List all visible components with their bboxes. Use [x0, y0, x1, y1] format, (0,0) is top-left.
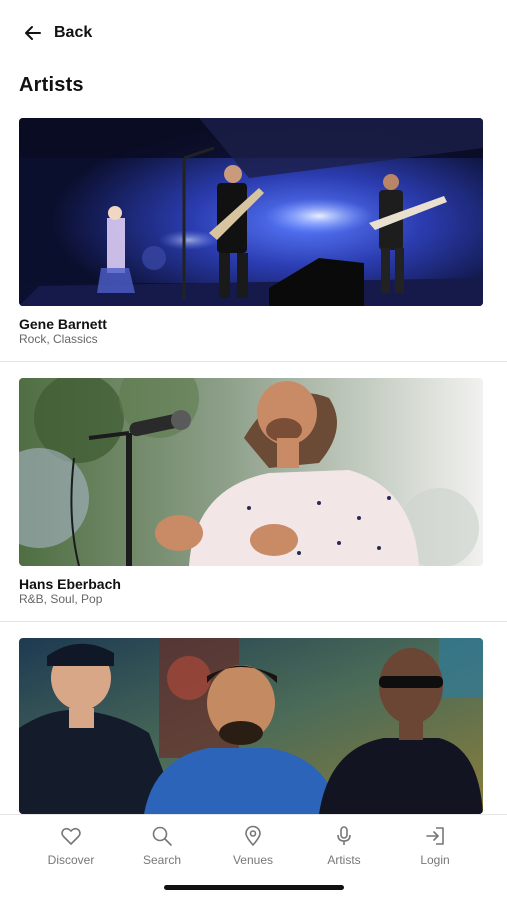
- divider: [0, 621, 507, 622]
- arrow-left-icon: [25, 26, 41, 40]
- artist-name: Gene Barnett: [19, 316, 107, 332]
- tab-venues[interactable]: Venues: [208, 825, 298, 867]
- tab-label: Venues: [232, 853, 274, 867]
- tab-artists[interactable]: Artists: [299, 825, 389, 867]
- artist-card[interactable]: [0, 638, 507, 814]
- tab-discover[interactable]: Discover: [26, 825, 116, 867]
- back-label: Back: [54, 24, 93, 41]
- artist-genres: Rock, Classics: [19, 332, 98, 346]
- location-pin-icon: [245, 825, 261, 846]
- artist-photo[interactable]: [19, 118, 483, 306]
- artist-card[interactable]: Hans Eberbach R&B, Soul, Pop: [0, 378, 507, 623]
- login-icon: [426, 827, 444, 845]
- tab-login[interactable]: Login: [390, 825, 480, 867]
- header: Back: [0, 0, 507, 70]
- search-icon: [152, 826, 172, 846]
- artist-name: Hans Eberbach: [19, 576, 121, 592]
- singer-portrait-image: [19, 378, 483, 566]
- tab-label: Login: [420, 853, 450, 867]
- tab-search[interactable]: Search: [117, 825, 207, 867]
- artist-photo[interactable]: [19, 638, 483, 814]
- tab-label: Discover: [47, 853, 95, 867]
- tab-label: Search: [142, 853, 182, 867]
- artist-card[interactable]: Gene Barnett Rock, Classics: [0, 118, 507, 363]
- back-button[interactable]: Back: [24, 24, 92, 42]
- divider: [0, 361, 507, 362]
- tab-label: Artists: [327, 853, 361, 867]
- band-photo-image: [19, 638, 483, 814]
- page-title: Artists: [19, 74, 84, 96]
- home-indicator: [164, 885, 344, 890]
- microphone-icon: [337, 826, 351, 845]
- artist-genres: R&B, Soul, Pop: [19, 592, 103, 606]
- artist-photo[interactable]: [19, 378, 483, 566]
- concert-stage-image: [19, 118, 483, 306]
- heart-icon: [61, 827, 81, 845]
